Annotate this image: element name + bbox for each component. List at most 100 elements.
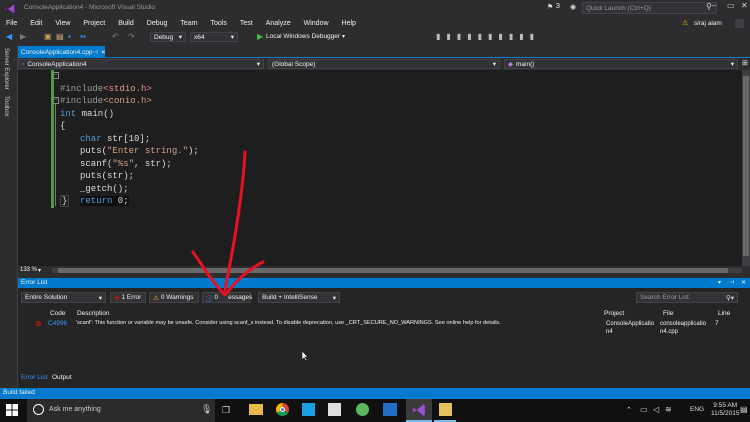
taskbar-search-box[interactable]: Ask me anything 🎙 [27, 399, 215, 422]
search-icon[interactable]: ⚲ [706, 2, 712, 11]
run-icon[interactable]: ▶ [257, 32, 263, 41]
forward-icon[interactable]: ▶ [20, 32, 26, 41]
clock[interactable]: 9:55 AM 11/5/2015 [711, 402, 739, 418]
scrollbar-thumb[interactable] [743, 76, 749, 256]
menu-help[interactable]: Help [342, 20, 356, 27]
server-explorer-tab[interactable]: Server Explorer [3, 48, 9, 90]
project-dropdown[interactable]: ▫ ConsoleApplication4 ▾ [18, 59, 264, 69]
tab-pin-icon[interactable]: ⊣ [93, 49, 98, 56]
tray-chevron-icon[interactable]: ⌃ [626, 406, 632, 414]
user-avatar[interactable] [735, 19, 744, 28]
panel-pin-icon[interactable]: ⊣ [729, 279, 734, 286]
panel-close-icon[interactable]: ✕ [741, 279, 746, 286]
minimize-icon[interactable]: ‒ [712, 1, 716, 10]
status-bar: Build failed [0, 388, 750, 399]
navigation-bar: ▫ ConsoleApplication4 ▾ (Global Scope) ▾ ◆ m… [18, 59, 750, 70]
menu-team[interactable]: Team [180, 20, 197, 27]
menu-debug[interactable]: Debug [147, 20, 168, 27]
open-icon[interactable]: ▤ [56, 32, 64, 41]
document-tabs: ConsoleApplication4.cpp ⊣ ✕ [0, 46, 750, 58]
editor-vertical-scrollbar[interactable] [742, 70, 750, 266]
microphone-icon[interactable]: 🎙 [201, 404, 212, 415]
code-line-8: puts(str); [80, 171, 135, 181]
menu-analyze[interactable]: Analyze [266, 20, 291, 27]
column-code[interactable]: Code [50, 310, 66, 317]
error-code-link[interactable]: C4996 [48, 320, 67, 327]
toolbox-tab[interactable]: Toolbox [3, 96, 9, 117]
member-dropdown[interactable]: ◆ main() ▾ [504, 59, 738, 69]
wifi-icon[interactable]: ≋ [665, 405, 672, 414]
start-button-icon[interactable] [6, 404, 18, 418]
console-app-taskbar-icon[interactable] [434, 399, 456, 422]
file-explorer-icon[interactable] [249, 404, 263, 415]
undo-icon[interactable]: ↶ [112, 32, 119, 41]
platform-dropdown[interactable]: x64 ▾ [190, 32, 238, 42]
toolbar-icons-group[interactable]: ▮▮▮▮▮▮▮▮▮▮ [436, 32, 540, 41]
code-line-2: #include<conio.h> [60, 96, 152, 106]
quick-launch-input[interactable]: Quick Launch (Ctrl+Q) [582, 2, 717, 14]
error-list-panel: Error List ▾ ⊣ ✕ Entire Solution ▾ ⊗ 1 Err… [18, 278, 750, 388]
table-row[interactable]: ⊗ C4996 'scanf': This function or variab… [18, 319, 750, 339]
column-file[interactable]: File [663, 310, 673, 317]
notification-count[interactable]: 3 [556, 3, 560, 10]
green-app-icon[interactable] [356, 403, 369, 416]
chrome-icon[interactable] [276, 403, 289, 416]
run-dropdown-icon[interactable]: ▾ [342, 33, 345, 40]
flag-icon[interactable]: ⚑ [547, 3, 553, 11]
menu-view[interactable]: View [55, 20, 70, 27]
close-icon[interactable]: ✕ [741, 1, 748, 10]
action-center-icon[interactable]: ▤ [740, 405, 748, 414]
restore-icon[interactable]: ▭ [727, 1, 735, 10]
bottom-tab-output[interactable]: Output [52, 374, 72, 381]
bottom-tab-error-list[interactable]: Error List [21, 374, 47, 381]
tab-close-icon[interactable]: ✕ [101, 49, 106, 56]
visual-studio-taskbar-icon[interactable] [406, 399, 432, 422]
code-line-6: puts("Enter string."); [80, 146, 199, 156]
user-name[interactable]: siraj alam [694, 20, 722, 27]
cortana-circle-icon [33, 404, 44, 415]
scope-dropdown[interactable]: (Global Scope) ▾ [268, 59, 500, 69]
errors-filter-button[interactable]: ⊗ 1 Error [110, 292, 146, 303]
network-icon[interactable]: ▭ [640, 405, 648, 414]
run-button[interactable]: Local Windows Debugger [266, 33, 340, 40]
photos-icon[interactable] [302, 403, 315, 416]
back-icon[interactable]: ◀ [6, 32, 12, 41]
column-project[interactable]: Project [604, 310, 624, 317]
menu-window[interactable]: Window [304, 20, 329, 27]
feedback-icon[interactable]: ◉ [570, 3, 576, 11]
menu-tools[interactable]: Tools [211, 20, 227, 27]
column-description[interactable]: Description [77, 310, 110, 317]
code-line-9: _getch(); [80, 183, 129, 194]
menu-file[interactable]: File [6, 20, 17, 27]
window-title: ConsoleApplication4 - Microsoft Visual S… [24, 4, 156, 11]
store-icon[interactable] [328, 403, 341, 416]
search-dropdown-icon[interactable]: ⚲▾ [726, 294, 734, 302]
redo-icon[interactable]: ↷ [128, 32, 135, 41]
error-description: 'scanf': This function or variable may b… [76, 320, 501, 326]
menu-edit[interactable]: Edit [30, 20, 42, 27]
new-project-icon[interactable]: ▣ [44, 32, 52, 41]
panel-dropdown-icon[interactable]: ▾ [718, 279, 721, 286]
column-line[interactable]: Line [718, 310, 730, 317]
left-tool-strip: Server Explorer Toolbox [0, 44, 18, 400]
error-search-input[interactable]: Search Error List ⚲▾ [636, 292, 738, 303]
change-indicator [51, 70, 54, 208]
menu-build[interactable]: Build [118, 20, 134, 27]
zoom-level[interactable]: 133 % [20, 267, 37, 273]
save-all-icon[interactable]: ▪▪ [80, 32, 86, 41]
horizontal-scrollbar[interactable] [52, 268, 742, 273]
split-icon[interactable]: ⊞ [742, 59, 748, 67]
tab-consoleapplication4-cpp[interactable]: ConsoleApplication4.cpp ⊣ ✕ [18, 46, 106, 58]
save-icon[interactable]: ▪ [68, 32, 71, 41]
configuration-dropdown[interactable]: Debug ▾ [150, 32, 186, 42]
horizontal-scrollbar-thumb[interactable] [58, 268, 728, 273]
menu-project[interactable]: Project [83, 20, 105, 27]
menu-test[interactable]: Test [240, 20, 253, 27]
zoom-dropdown-icon[interactable]: ▾ [38, 267, 41, 274]
media-app-icon[interactable] [383, 403, 397, 416]
scope-filter-dropdown[interactable]: Entire Solution ▾ [21, 292, 106, 303]
task-view-icon[interactable]: ❐ [222, 405, 230, 416]
keyboard-language[interactable]: ENG [690, 406, 704, 413]
code-editor[interactable]: − − #include<stdio.h> #include<conio.h> … [18, 70, 742, 266]
volume-icon[interactable]: ◁ [653, 405, 659, 414]
